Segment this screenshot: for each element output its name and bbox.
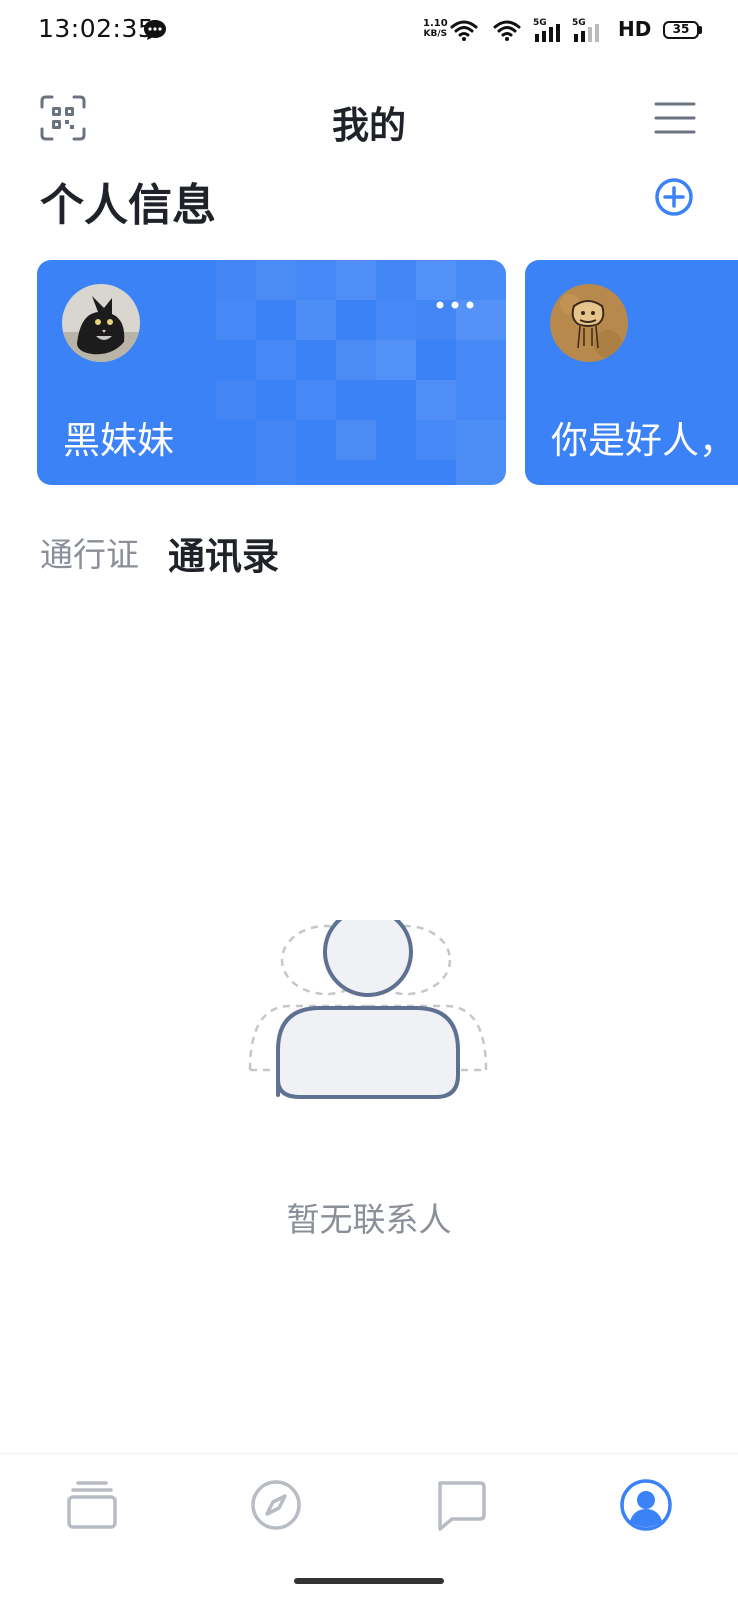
home-indicator[interactable] (294, 1578, 444, 1584)
hd-indicator: HD (618, 17, 652, 41)
tab-contacts[interactable]: 通讯录 (168, 526, 279, 580)
avatar (550, 284, 628, 362)
compass-icon[interactable] (248, 1477, 304, 1533)
card-pattern (216, 260, 506, 485)
card-name: 你是好人， (551, 419, 736, 462)
contacts-empty-icon (248, 920, 488, 1099)
net-speed: 1.10 KB/S (423, 18, 448, 40)
wifi-icon (450, 20, 478, 41)
profile-icon[interactable] (618, 1477, 674, 1533)
page-title: 我的 (332, 104, 406, 147)
status-time: 13:02:35 (38, 14, 155, 43)
empty-state-text: 暂无联系人 (286, 1200, 452, 1239)
cat-photo (62, 284, 140, 362)
message-bubble-icon (144, 20, 166, 40)
hamburger-menu-icon[interactable] (654, 100, 696, 136)
identity-card[interactable]: 黑妹妹 (37, 260, 506, 485)
identity-card[interactable]: 你是好人， (525, 260, 738, 485)
battery-cap (699, 26, 702, 34)
wifi-icon (493, 20, 521, 41)
battery-level: 35 (672, 22, 690, 36)
net-speed-value: 1.10 (423, 18, 448, 29)
signal-5g-icon: 5G (572, 18, 602, 44)
signal-5g-icon: 5G (533, 18, 563, 44)
avatar (62, 284, 140, 362)
card-name: 黑妹妹 (63, 419, 174, 462)
cartoon-doodle (550, 284, 628, 362)
plus-circle-icon[interactable] (654, 177, 694, 217)
chat-bubble-icon[interactable] (432, 1477, 488, 1533)
net-speed-unit: KB/S (423, 29, 448, 39)
wallet-cards-icon[interactable] (64, 1477, 120, 1533)
personal-info-title: 个人信息 (40, 180, 216, 231)
tab-pass[interactable]: 通行证 (40, 528, 139, 576)
more-icon[interactable] (435, 300, 475, 310)
